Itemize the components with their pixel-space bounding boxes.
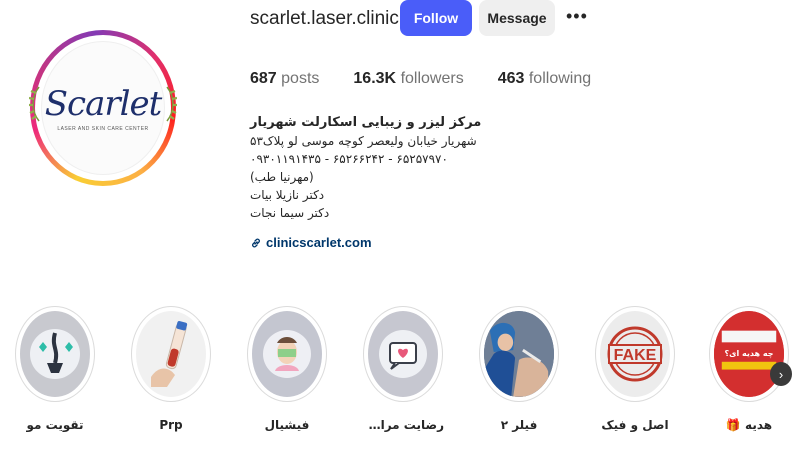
hair-follicle-icon — [20, 311, 90, 397]
highlight-label: هدیه 🎁 — [725, 418, 773, 432]
posts-count: 687 — [250, 70, 277, 87]
profile-stats: 687 posts 16.3K followers 463 following — [250, 70, 625, 88]
logo: Scarlet — [28, 84, 178, 124]
bio-phones: ۰۹۳۰۱۱۹۱۴۳۵ - ۶۵۲۶۶۲۴۲ - ۶۵۲۵۷۹۷۰ — [250, 152, 448, 166]
highlight-ring: چه هدیه ای؟ — [709, 306, 789, 402]
highlight-item[interactable]: فیشیال — [246, 306, 328, 432]
gift-card-text: چه هدیه ای؟ — [724, 349, 774, 358]
posts-label: posts — [281, 70, 320, 87]
bio-link[interactable]: clinicscarlet.com — [250, 235, 372, 250]
followers-stat[interactable]: 16.3K followers — [353, 70, 463, 88]
bio-line: دکتر سیما نجات — [250, 206, 330, 220]
posts-stat: 687 posts — [250, 70, 319, 88]
highlight-label: اصل و فیک — [601, 418, 669, 432]
highlight-label: فیلر ۲ — [500, 418, 538, 432]
logo-word: Scarlet — [44, 84, 163, 124]
leaf-icon — [28, 86, 40, 122]
highlight-ring — [131, 306, 211, 402]
highlight-ring — [247, 306, 327, 402]
highlight-ring — [363, 306, 443, 402]
following-stat[interactable]: 463 following — [498, 70, 591, 88]
followers-label: followers — [400, 70, 464, 87]
link-icon — [252, 238, 260, 247]
highlight-item[interactable]: تقویت مو — [14, 306, 96, 432]
fake-stamp-icon: FAKE — [600, 311, 670, 397]
highlight-ring — [15, 306, 95, 402]
filler-treatment-photo — [484, 311, 554, 397]
highlight-label: رضایت مراجعی... — [362, 418, 444, 432]
message-button[interactable]: Message — [479, 0, 555, 36]
highlight-item[interactable]: FAKE اصل و فیک — [594, 306, 676, 432]
highlight-item[interactable]: رضایت مراجعی... — [362, 306, 444, 432]
followers-count: 16.3K — [353, 70, 397, 87]
profile-avatar[interactable]: Scarlet LASER AND SKIN CARE CENTER — [28, 30, 178, 186]
gift-card-icon: چه هدیه ای؟ — [714, 311, 784, 397]
bio-link-text: clinicscarlet.com — [266, 235, 372, 250]
ellipsis-icon[interactable]: ••• — [566, 6, 588, 27]
avatar-gap: Scarlet LASER AND SKIN CARE CENTER — [28, 35, 178, 181]
profile-username: scarlet.laser.clinic — [250, 8, 399, 29]
highlight-item[interactable]: Prp — [130, 306, 212, 432]
logo-subtitle: LASER AND SKIN CARE CENTER — [57, 126, 149, 132]
highlight-ring: FAKE — [595, 306, 675, 402]
bio-line: (مهرنیا طب) — [250, 170, 314, 184]
highlight-ring — [479, 306, 559, 402]
bio-address: شهریار خیابان ولیعصر کوچه موسی لو پلاک۵۳ — [250, 134, 477, 148]
facial-mask-icon — [252, 311, 322, 397]
bio-name: مرکز لیزر و زیبایی اسکارلت شهریار — [250, 115, 482, 130]
profile-bio: مرکز لیزر و زیبایی اسکارلت شهریار شهریار… — [250, 114, 510, 222]
chevron-right-icon[interactable]: › — [770, 362, 792, 386]
follow-button[interactable]: Follow — [400, 0, 472, 36]
bio-line: دکتر نازیلا بیات — [250, 188, 325, 202]
highlight-label: Prp — [159, 418, 183, 432]
test-tube-icon — [136, 311, 206, 397]
highlight-label: تقویت مو — [26, 418, 84, 432]
highlight-item[interactable]: فیلر ۲ — [478, 306, 560, 432]
avatar-image: Scarlet LASER AND SKIN CARE CENTER — [28, 41, 178, 175]
heart-message-icon — [368, 311, 438, 397]
svg-text:FAKE: FAKE — [614, 347, 657, 364]
following-count: 463 — [497, 70, 525, 87]
leaf-icon — [166, 86, 178, 122]
highlight-label: فیشیال — [264, 418, 310, 432]
following-label: following — [528, 70, 592, 87]
